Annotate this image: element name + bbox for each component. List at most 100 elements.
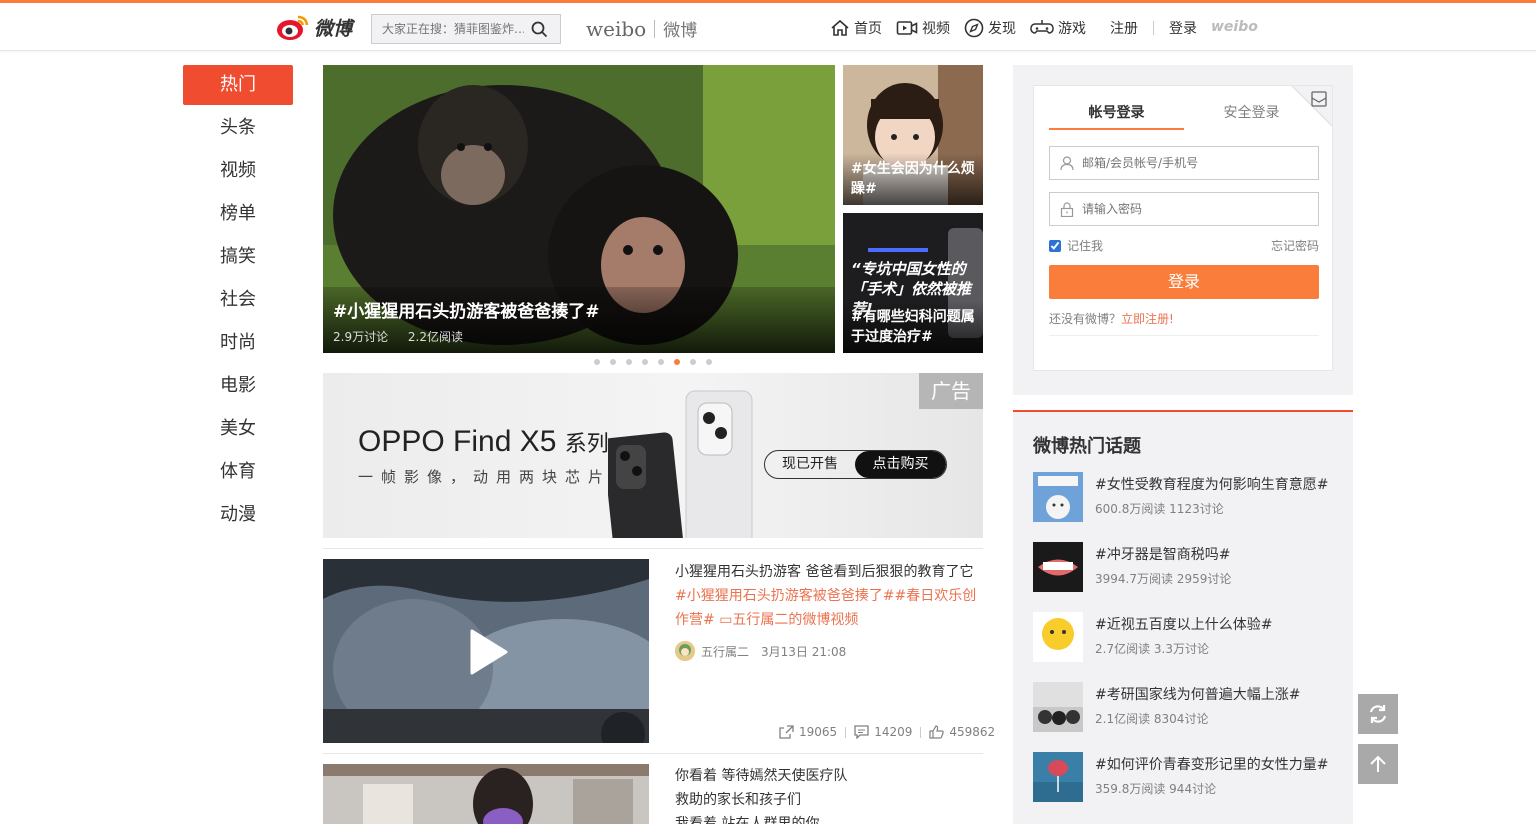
search-button[interactable] xyxy=(524,15,554,43)
weibo-mark: weibo xyxy=(1211,19,1258,35)
leftnav-item-hot[interactable]: 热门 xyxy=(183,65,293,105)
game-icon xyxy=(1030,20,1054,34)
nav-discover[interactable]: 发现 xyxy=(964,18,1016,38)
login-link[interactable]: 登录 xyxy=(1169,18,1197,38)
nav-home[interactable]: 首页 xyxy=(830,18,882,38)
topic-item[interactable]: #女性受教育程度为何影响生育意愿# 600.8万阅读 1123讨论 xyxy=(1033,472,1343,522)
ad-cta-on-sale: 现已开售 xyxy=(782,456,838,472)
topic-thumbnail xyxy=(1033,612,1083,662)
topic-item[interactable]: #冲牙器是智商税吗# 3994.7万阅读 2959讨论 xyxy=(1033,542,1343,592)
carousel-dot[interactable] xyxy=(642,359,648,365)
username-field xyxy=(1049,146,1319,180)
leftnav-item-movie[interactable]: 电影 xyxy=(183,366,293,406)
feed-title[interactable]: 小猩猩用石头扔游客 爸爸看到后狠狠的教育了它 xyxy=(675,560,985,584)
username-input[interactable] xyxy=(1082,156,1302,170)
nav-video-label: 视频 xyxy=(922,21,950,37)
hot-topics-title: 微博热门话题 xyxy=(1033,436,1141,457)
feed-video-link[interactable]: 五行属二的微博视频 xyxy=(732,612,858,628)
share-stat[interactable]: 19065 xyxy=(779,725,837,739)
topic-thumbnail xyxy=(1033,682,1083,732)
nav-divider xyxy=(1153,21,1154,35)
register-link[interactable]: 注册 xyxy=(1110,18,1138,38)
topic-name[interactable]: #考研国家线为何普遍大幅上涨# xyxy=(1095,684,1300,704)
feed-text-2[interactable]: 你看着 等待嫣然天使医疗队 救助的家长和孩子们 我看着 站在人群里的你 xyxy=(675,764,985,824)
leftnav-item-beauty[interactable]: 美女 xyxy=(183,409,293,449)
topic-thumbnail xyxy=(1033,472,1083,522)
refresh-button[interactable] xyxy=(1358,694,1398,734)
play-icon[interactable] xyxy=(468,629,508,675)
hot-topics: 微博热门话题 #女性受教育程度为何影响生育意愿# 600.8万阅读 1123讨论… xyxy=(1013,410,1353,824)
topic-item[interactable]: #如何评价青春变形记里的女性力量# 359.8万阅读 944讨论 xyxy=(1033,752,1343,802)
remember-label: 记住我 xyxy=(1067,239,1104,253)
leftnav-item-sports[interactable]: 体育 xyxy=(183,452,293,492)
side-card-2[interactable]: “专坑中国女性的「手术」依然被推荐! #有哪些妇科问题属于过度治疗# xyxy=(843,213,983,353)
author-name[interactable]: 五行属二 xyxy=(701,643,749,660)
top-nav: 首页 视频 发现 游戏 注册 登录 xyxy=(830,18,1197,38)
login-panel: 帐号登录 安全登录 记住我 忘记密码 登录 还没有微博？立即注册! xyxy=(1013,65,1353,395)
carousel-dot[interactable] xyxy=(594,359,600,365)
forgot-password-link[interactable]: 忘记密码 xyxy=(1271,237,1319,254)
topic-item[interactable]: #近视五百度以上什么体验# 2.7亿阅读 3.3万讨论 xyxy=(1033,612,1343,662)
password-input[interactable] xyxy=(1082,202,1302,216)
topic-meta: 359.8万阅读 944讨论 xyxy=(1095,782,1217,796)
register-prompt: 还没有微博？立即注册! xyxy=(1049,310,1174,327)
tab-secure-login[interactable]: 安全登录 xyxy=(1184,102,1319,130)
carousel-dot[interactable] xyxy=(610,359,616,365)
topic-meta: 3994.7万阅读 2959讨论 xyxy=(1095,572,1232,586)
password-field xyxy=(1049,192,1319,226)
leftnav-item-ranking[interactable]: 榜单 xyxy=(183,194,293,234)
side-card-1[interactable]: #女生会因为什么烦躁# xyxy=(843,65,983,205)
login-box: 帐号登录 安全登录 记住我 忘记密码 登录 还没有微博？立即注册! xyxy=(1033,85,1333,371)
like-stat[interactable]: 459862 xyxy=(929,725,995,739)
carousel-dot[interactable] xyxy=(706,359,712,365)
login-button[interactable]: 登录 xyxy=(1049,265,1319,299)
topic-name[interactable]: #近视五百度以上什么体验# xyxy=(1095,614,1272,634)
tab-account-login[interactable]: 帐号登录 xyxy=(1049,102,1184,130)
avatar-image xyxy=(675,641,695,661)
no-account-text: 还没有微博？ xyxy=(1049,312,1122,326)
feed-tags[interactable]: #小猩猩用石头扔游客被爸爸揍了##春日欢乐创作营# ▭五行属二的微博视频 xyxy=(675,584,985,632)
ad-title-brand: OPPO Find X5 xyxy=(358,425,557,458)
stat-divider xyxy=(920,726,922,738)
register-now-link[interactable]: 立即注册! xyxy=(1121,312,1174,326)
search-icon xyxy=(531,21,547,37)
search-input[interactable] xyxy=(372,22,524,36)
remember-checkbox[interactable] xyxy=(1049,239,1061,252)
feed-image-2 xyxy=(323,764,649,824)
comment-stat[interactable]: 14209 xyxy=(854,725,912,739)
feed-author: 五行属二 3月13日 21:08 xyxy=(675,641,846,661)
leftnav-item-anime[interactable]: 动漫 xyxy=(183,495,293,535)
ad-cta[interactable]: 现已开售 点击购买 xyxy=(764,450,947,479)
back-to-top-button[interactable] xyxy=(1358,744,1398,784)
carousel-dot-active[interactable] xyxy=(674,359,680,365)
topic-name[interactable]: #如何评价青春变形记里的女性力量# xyxy=(1095,754,1328,774)
hero-card[interactable]: #小猩猩用石头扔游客被爸爸揍了# 2.9万讨论 2.2亿阅读 xyxy=(323,65,835,353)
leftnav-item-video[interactable]: 视频 xyxy=(183,151,293,191)
leftnav-item-headline[interactable]: 头条 xyxy=(183,108,293,148)
carousel-dot[interactable] xyxy=(626,359,632,365)
feed-video-thumbnail[interactable] xyxy=(323,559,649,743)
carousel-dot[interactable] xyxy=(658,359,664,365)
topic-item[interactable]: #考研国家线为何普遍大幅上涨# 2.1亿阅读 8304讨论 xyxy=(1033,682,1343,732)
ad-buy-button[interactable]: 点击购买 xyxy=(855,451,946,478)
topic-meta: 2.1亿阅读 8304讨论 xyxy=(1095,712,1209,726)
topic-name[interactable]: #女性受教育程度为何影响生育意愿# xyxy=(1095,474,1328,494)
leftnav-item-fashion[interactable]: 时尚 xyxy=(183,323,293,363)
leftnav-item-society[interactable]: 社会 xyxy=(183,280,293,320)
topic-1-image xyxy=(1033,472,1083,522)
feed-thumbnail-2[interactable] xyxy=(323,764,649,824)
share-icon xyxy=(779,725,794,739)
brand-divider xyxy=(654,19,656,38)
leftnav-item-funny[interactable]: 搞笑 xyxy=(183,237,293,277)
avatar[interactable] xyxy=(675,641,695,661)
nav-home-label: 首页 xyxy=(854,21,882,37)
hero-title[interactable]: #小猩猩用石头扔游客被爸爸揍了# xyxy=(333,297,825,322)
nav-video[interactable]: 视频 xyxy=(896,18,950,38)
nav-game[interactable]: 游戏 xyxy=(1030,18,1086,38)
weibo-logo[interactable]: 微博 xyxy=(276,11,352,43)
topic-name[interactable]: #冲牙器是智商税吗# xyxy=(1095,544,1231,564)
topic-5-image xyxy=(1033,752,1083,802)
remember-me[interactable]: 记住我 xyxy=(1049,237,1103,254)
ad-banner[interactable]: 广告 OPPO Find X5 系列 一帧影像，动用两块芯片 现已开售 点击购买 xyxy=(323,373,983,538)
carousel-dot[interactable] xyxy=(690,359,696,365)
